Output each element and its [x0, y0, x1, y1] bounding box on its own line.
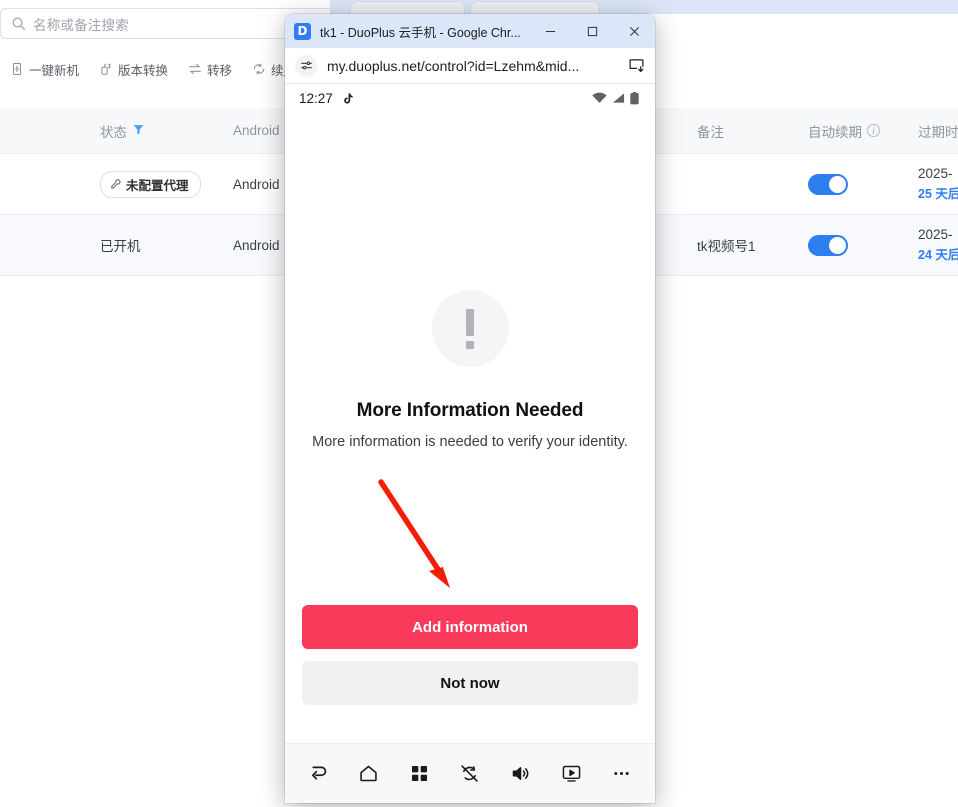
column-header-status[interactable]: 状态: [100, 108, 220, 153]
status-badge[interactable]: 未配置代理: [100, 170, 201, 198]
toolbar-button-label: 转移: [207, 63, 233, 78]
more-icon[interactable]: [604, 756, 640, 792]
cell-auto-renew: [808, 154, 918, 214]
column-header-expire: 过期时: [918, 108, 958, 153]
rotation-lock-off-icon[interactable]: [452, 756, 488, 792]
back-icon[interactable]: [300, 756, 336, 792]
cell-expire: 2025- 25 天后: [918, 154, 958, 214]
cell-note: tk视频号1: [697, 215, 797, 275]
auto-renew-toggle[interactable]: [808, 234, 848, 256]
android-value: Android: [233, 237, 280, 253]
signal-icon: [612, 93, 625, 103]
cell-auto-renew: [808, 215, 918, 275]
cloud-phone-screen: 12:27 More Information Needed More infor…: [285, 84, 655, 803]
proxy-wrench-icon: [111, 179, 121, 189]
cell-note: [697, 154, 797, 214]
exclamation-icon: [431, 290, 509, 367]
column-label: 状态: [100, 124, 127, 140]
phone-nav-bar: [285, 743, 655, 803]
close-icon: [629, 26, 639, 36]
not-now-button[interactable]: Not now: [302, 661, 638, 705]
android-value: Android: [233, 176, 280, 192]
minimize-icon: [545, 30, 555, 32]
background-tab[interactable]: [470, 1, 600, 14]
url-text: my.duoplus.net/control?id=Lzehm&mid...: [327, 57, 580, 74]
home-icon[interactable]: [351, 756, 387, 792]
toolbar-button-label: 版本转换: [118, 63, 169, 78]
dialog-title: More Information Needed: [356, 400, 584, 421]
toolbar-button-new-phone[interactable]: 一键新机: [10, 60, 79, 79]
expire-days-left: 25 天后: [918, 187, 958, 201]
version-convert-icon: [101, 63, 111, 75]
tiktok-icon: [342, 92, 355, 105]
note-value: tk视频号1: [697, 239, 756, 254]
background-tab[interactable]: [350, 1, 465, 14]
column-header-auto-renew: 自动续期 i: [808, 108, 918, 153]
search-icon: [11, 16, 26, 31]
apps-grid-icon[interactable]: [401, 756, 437, 792]
status-badge-label: 未配置代理: [126, 178, 189, 193]
exclamation-bar: [466, 308, 474, 336]
chrome-popup-window: D tk1 - DuoPlus 云手机 - Google Chr... my.d…: [285, 14, 655, 803]
close-button[interactable]: [613, 14, 655, 48]
cell-expire: 2025- 24 天后: [918, 215, 958, 275]
window-title-bar[interactable]: D tk1 - DuoPlus 云手机 - Google Chr...: [285, 14, 655, 48]
status-bar-indicators: [592, 91, 639, 105]
dialog-buttons: Add information Not now: [302, 605, 638, 705]
column-label: 过期时: [918, 124, 958, 140]
window-title: tk1 - DuoPlus 云手机 - Google Chr...: [320, 25, 521, 40]
exclamation-dot: [466, 340, 474, 349]
dialog-subtitle: More information is needed to verify you…: [312, 434, 628, 450]
battery-icon: [630, 92, 639, 105]
window-controls: [529, 14, 655, 48]
volume-icon[interactable]: [503, 756, 539, 792]
address-bar[interactable]: my.duoplus.net/control?id=Lzehm&mid...: [285, 48, 655, 84]
filter-icon[interactable]: [132, 123, 145, 139]
column-label: Android: [233, 123, 280, 138]
screen-record-icon[interactable]: [553, 756, 589, 792]
browser-tab-strip: [330, 0, 958, 14]
duoplus-favicon: D: [294, 22, 311, 40]
add-information-button[interactable]: Add information: [302, 605, 638, 649]
maximize-icon: [587, 26, 597, 36]
status-bar-time: 12:27: [299, 90, 333, 106]
info-icon[interactable]: i: [867, 124, 880, 137]
maximize-button[interactable]: [571, 14, 613, 48]
transfer-icon: [189, 63, 201, 75]
cast-install-icon[interactable]: [628, 57, 645, 74]
column-header-note: 备注: [697, 108, 797, 153]
cell-status: 已开机: [100, 215, 220, 275]
phone-status-bar: 12:27: [285, 84, 655, 112]
toolbar-button-label: 一键新机: [29, 63, 80, 78]
renew-icon: [253, 63, 265, 75]
search-placeholder: 名称或备注搜索: [33, 17, 129, 33]
expire-date: 2025-: [918, 166, 953, 181]
expire-date: 2025-: [918, 227, 953, 242]
minimize-button[interactable]: [529, 14, 571, 48]
auto-renew-toggle[interactable]: [808, 173, 848, 195]
site-settings-icon[interactable]: [295, 54, 317, 77]
identity-verification-sheet: More Information Needed More information…: [285, 112, 655, 743]
status-text: 已开机: [100, 239, 141, 254]
toolbar-button-transfer[interactable]: 转移: [188, 60, 232, 79]
expire-days-left: 24 天后: [918, 248, 958, 262]
cell-status: 未配置代理: [100, 154, 220, 214]
new-phone-icon: [12, 62, 22, 76]
column-label: 备注: [697, 124, 724, 140]
column-label: 自动续期: [808, 124, 862, 140]
toolbar-button-version-convert[interactable]: 版本转换: [99, 60, 168, 79]
wifi-icon: [592, 92, 607, 103]
